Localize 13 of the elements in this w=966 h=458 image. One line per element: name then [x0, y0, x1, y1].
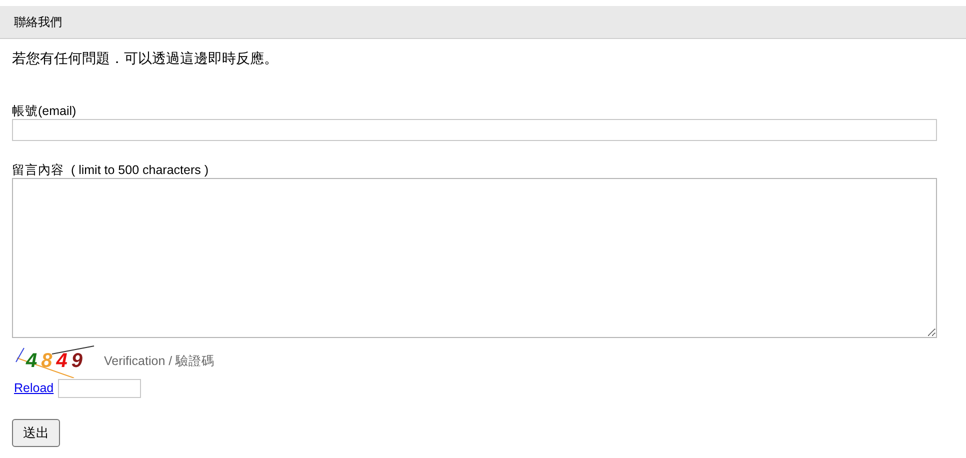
field-label: 留言內容 ( limit to 500 characters ) [12, 163, 210, 178]
field-label: 帳號(email) [12, 104, 78, 119]
header-title: 聯絡我們 [14, 14, 62, 31]
captcha-digit: 4 [56, 351, 68, 371]
email-field[interactable] [12, 119, 937, 141]
captcha-field[interactable] [58, 379, 141, 398]
intro-text: 若您有任何問題．可以透過這邊即時反應。 [12, 49, 279, 68]
verification-label: Verification / 驗證碼 [104, 352, 215, 370]
submit-button[interactable]: 送出 [12, 419, 60, 447]
message-field[interactable] [12, 178, 937, 338]
captcha-digit: 8 [41, 351, 52, 371]
captcha-digit: 9 [71, 351, 82, 371]
reload-link[interactable]: Reload [14, 379, 54, 398]
